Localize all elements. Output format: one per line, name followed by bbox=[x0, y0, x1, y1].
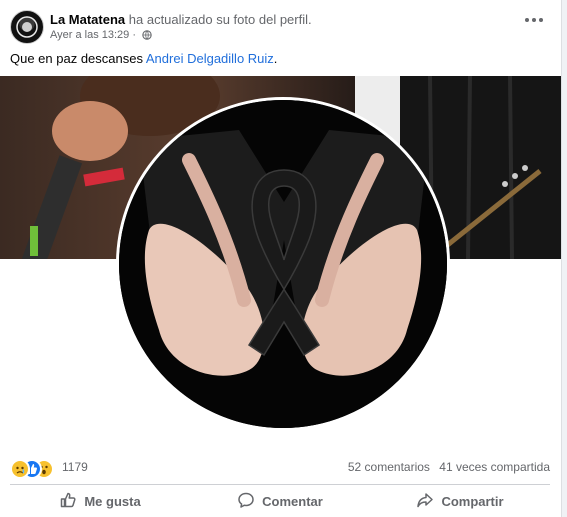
post-timestamp[interactable]: Ayer a las 13:29 bbox=[50, 29, 129, 41]
globe-icon[interactable] bbox=[142, 30, 152, 43]
comment-bubble-icon bbox=[237, 491, 255, 512]
comment-button[interactable]: Comentar bbox=[190, 486, 370, 517]
post-title-line: La Matatena ha actualizado su foto del p… bbox=[50, 12, 312, 27]
sad-reaction-icon bbox=[10, 459, 30, 479]
thumbs-up-icon bbox=[59, 491, 77, 512]
comments-count[interactable]: 52 comentarios bbox=[348, 460, 430, 474]
share-button[interactable]: Compartir bbox=[370, 486, 550, 517]
author-name[interactable]: La Matatena bbox=[50, 12, 125, 27]
reactions-summary[interactable] bbox=[10, 459, 62, 479]
post-action-text: ha actualizado su foto del perfil. bbox=[128, 12, 312, 27]
comment-label: Comentar bbox=[262, 494, 323, 509]
post-meta: Ayer a las 13:29 · bbox=[50, 29, 152, 43]
engagement-counts: 52 comentarios 41 veces compartida bbox=[348, 460, 550, 474]
more-options-icon[interactable] bbox=[520, 8, 548, 32]
caption-end: . bbox=[273, 51, 278, 66]
reaction-count[interactable]: 1179 bbox=[62, 460, 88, 474]
post-actions: Me gusta Comentar Compartir bbox=[10, 486, 550, 517]
post-card: La Matatena ha actualizado su foto del p… bbox=[0, 0, 562, 517]
share-arrow-icon bbox=[416, 491, 434, 512]
author-avatar[interactable] bbox=[10, 10, 44, 44]
like-button[interactable]: Me gusta bbox=[10, 486, 190, 517]
like-label: Me gusta bbox=[84, 494, 141, 509]
post-caption: Que en paz descanses Andrei Delgadillo R… bbox=[10, 51, 277, 66]
share-label: Compartir bbox=[441, 494, 504, 509]
profile-photo[interactable] bbox=[116, 97, 450, 431]
caption-text: Que en paz descanses bbox=[10, 51, 143, 66]
post-header: La Matatena ha actualizado su foto del p… bbox=[10, 8, 550, 44]
tagged-person-link[interactable]: Andrei Delgadillo Ruiz bbox=[146, 51, 274, 66]
divider bbox=[10, 484, 550, 485]
meta-separator: · bbox=[132, 29, 137, 41]
post-stats: 1179 52 comentarios 41 veces compartida bbox=[10, 457, 550, 479]
shares-count[interactable]: 41 veces compartida bbox=[439, 460, 550, 474]
